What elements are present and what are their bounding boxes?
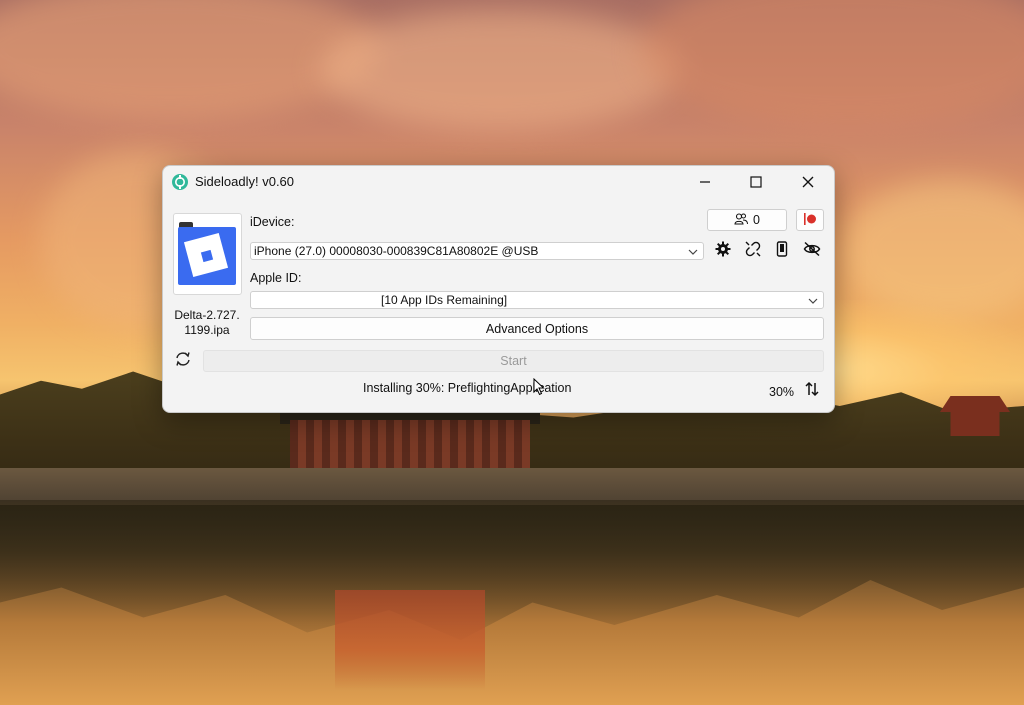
ipa-file-name: Delta-2.727. 1199.ipa xyxy=(167,308,247,338)
accounts-count: 0 xyxy=(753,213,760,227)
ipa-drop-area[interactable] xyxy=(173,213,242,295)
refresh-button[interactable] xyxy=(172,350,194,372)
unlink-button[interactable] xyxy=(742,240,764,262)
title-bar[interactable]: Sideloadly! v0.60 xyxy=(163,166,834,198)
record-icon xyxy=(803,212,817,228)
close-button[interactable] xyxy=(785,166,831,198)
log-toggle-button[interactable] xyxy=(801,380,823,402)
sort-arrows-icon xyxy=(804,381,820,402)
refresh-icon xyxy=(174,351,192,372)
idevice-label: iDevice: xyxy=(250,215,295,229)
device-button[interactable] xyxy=(771,240,793,262)
eye-off-icon xyxy=(803,241,821,262)
accounts-button[interactable]: 0 xyxy=(707,209,787,231)
apple-id-select[interactable]: [10 App IDs Remaining] xyxy=(250,291,824,309)
chevron-down-icon xyxy=(808,295,818,309)
hide-button[interactable] xyxy=(801,240,823,262)
record-button[interactable] xyxy=(796,209,824,231)
unlink-icon xyxy=(745,241,761,262)
sideloadly-logo-icon xyxy=(171,173,189,191)
chevron-down-icon xyxy=(688,246,698,260)
mouse-cursor-icon xyxy=(533,377,545,401)
apple-id-label: Apple ID: xyxy=(250,271,302,285)
advanced-options-button[interactable]: Advanced Options xyxy=(250,317,824,340)
gear-icon xyxy=(715,241,731,262)
apple-id-select-value: [10 App IDs Remaining] xyxy=(381,293,508,307)
window-title: Sideloadly! v0.60 xyxy=(195,174,295,189)
idevice-select-value: iPhone (27.0) 00008030-000839C81A80802E … xyxy=(254,244,539,258)
users-icon xyxy=(734,212,749,228)
start-button[interactable]: Start xyxy=(203,350,824,372)
ipa-file-name-text: Delta-2.727. 1199.ipa xyxy=(174,308,240,337)
minimize-button[interactable] xyxy=(682,166,728,198)
idevice-select[interactable]: iPhone (27.0) 00008030-000839C81A80802E … xyxy=(250,242,704,260)
app-logo-icon xyxy=(178,227,236,285)
close-icon xyxy=(802,176,814,188)
phone-icon xyxy=(776,240,788,262)
settings-button[interactable] xyxy=(712,240,734,262)
progress-percentage: 30% xyxy=(769,385,795,399)
maximize-icon xyxy=(750,176,762,188)
maximize-button[interactable] xyxy=(733,166,779,198)
sideloadly-window: Sideloadly! v0.60 Delta-2.727. 1199.ipa … xyxy=(162,165,835,413)
minimize-icon xyxy=(699,176,711,188)
